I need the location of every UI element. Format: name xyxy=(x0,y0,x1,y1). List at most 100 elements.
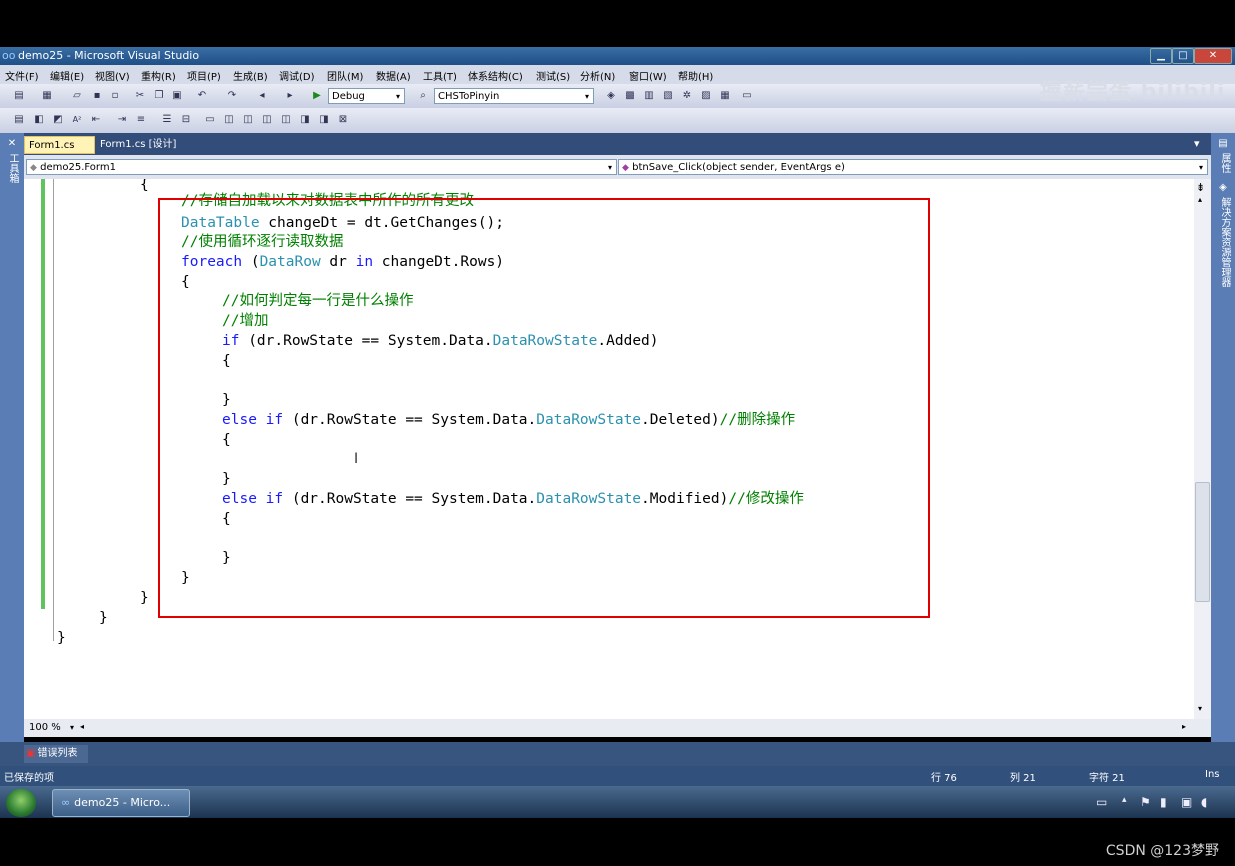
status-char: 字符 21 xyxy=(1089,773,1125,784)
find-in-files-icon[interactable]: ⌕ xyxy=(416,89,430,103)
navigate-forward-icon[interactable]: ▸ xyxy=(283,89,297,103)
properties-tab[interactable]: 属性 xyxy=(1217,153,1232,173)
minimize-button[interactable]: ▁ xyxy=(1150,48,1172,64)
volume-icon[interactable]: ◖ xyxy=(1201,795,1207,809)
start-page-icon[interactable]: ▨ xyxy=(699,89,713,103)
menu-view[interactable]: 视图(V) xyxy=(95,68,130,83)
menu-data[interactable]: 数据(A) xyxy=(376,68,411,83)
menu-analyze[interactable]: 分析(N) xyxy=(580,68,615,83)
menu-build[interactable]: 生成(B) xyxy=(233,68,268,83)
show-hidden-icons-icon[interactable]: ▴ xyxy=(1122,795,1127,805)
scroll-right-icon[interactable]: ▸ xyxy=(1182,722,1186,731)
menu-architecture[interactable]: 体系结构(C) xyxy=(468,68,523,83)
class-selector[interactable]: ◆ demo25.Form1 ▾ xyxy=(26,159,617,175)
menu-test[interactable]: 测试(S) xyxy=(536,68,570,83)
parameter-info-icon[interactable]: ◧ xyxy=(32,113,46,127)
clear-bookmarks-icon[interactable]: ⊠ xyxy=(336,113,350,127)
chevron-down-icon: ▾ xyxy=(1198,163,1203,172)
other-windows-icon[interactable]: ▭ xyxy=(740,89,754,103)
cut-icon[interactable]: ✂ xyxy=(133,89,147,103)
text-editor-toolbar: ▤ ◧ ◩ A² ⇤ ⇥ ≡ ☰ ⊟ ▭ ◫ ◫ ◫ ◫ ◨ ◨ ⊠ xyxy=(0,108,1235,133)
previous-bookmark-in-folder-icon[interactable]: ◫ xyxy=(260,113,274,127)
navigation-bar: ◆ demo25.Form1 ▾ ◆ btnSave_Click(object … xyxy=(24,155,1211,179)
save-icon[interactable]: ▪ xyxy=(90,89,104,103)
bilibili-watermark: 握薪尝蛋 bilibili xyxy=(1040,80,1226,105)
scroll-thumb[interactable] xyxy=(1195,482,1210,602)
toolbox-tab[interactable]: 工具箱 xyxy=(5,153,20,183)
complete-word-icon[interactable]: A² xyxy=(70,113,84,127)
previous-bookmark-icon[interactable]: ◫ xyxy=(222,113,236,127)
toolbox-icon[interactable]: ▧ xyxy=(661,89,675,103)
member-selector[interactable]: ◆ btnSave_Click(object sender, EventArgs… xyxy=(618,159,1208,175)
chevron-down-icon: ▾ xyxy=(607,163,612,172)
increase-indent-icon[interactable]: ⇥ xyxy=(115,113,129,127)
properties-icon[interactable]: ▩ xyxy=(623,89,637,103)
error-list-icon: ▣ xyxy=(26,748,36,759)
status-bar: 已保存的项 行 76 列 21 字符 21 Ins xyxy=(0,766,1235,786)
code-line: } xyxy=(140,590,149,606)
keyboard-icon[interactable]: ▭ xyxy=(1096,795,1107,809)
quick-info-icon[interactable]: ◩ xyxy=(51,113,65,127)
find-combo[interactable]: CHSToPinyin ▾ xyxy=(434,88,594,104)
vertical-scrollbar[interactable]: ⇟ ▴ ▾ xyxy=(1194,179,1211,719)
copy-icon[interactable]: ❐ xyxy=(152,89,166,103)
start-button[interactable] xyxy=(6,789,36,817)
display-object-member-list-icon[interactable]: ▤ xyxy=(12,113,26,127)
solution-explorer-panel-icon: ◈ xyxy=(1219,182,1227,193)
menu-project[interactable]: 项目(P) xyxy=(187,68,221,83)
taskbar-item-visual-studio[interactable]: ∞ demo25 - Micro... xyxy=(52,789,190,817)
error-list-tab[interactable]: ▣ 错误列表 xyxy=(24,745,88,763)
redo-icon[interactable]: ↷ xyxy=(225,89,239,103)
object-browser-icon[interactable]: ▥ xyxy=(642,89,656,103)
code-line: } xyxy=(99,610,108,626)
new-project-icon[interactable]: ▤ xyxy=(12,89,26,103)
scroll-down-icon[interactable]: ▾ xyxy=(1198,704,1202,713)
command-window-icon[interactable]: ▦ xyxy=(718,89,732,103)
next-bookmark-icon[interactable]: ◫ xyxy=(241,113,255,127)
power-icon[interactable]: ▮ xyxy=(1160,795,1167,809)
solution-explorer-tab[interactable]: 解决方案资源管理器 xyxy=(1217,197,1232,287)
extension-manager-icon[interactable]: ✲ xyxy=(680,89,694,103)
bookmark-icon[interactable]: ⊟ xyxy=(179,113,193,127)
title-bar: oo demo25 - Microsoft Visual Studio ▁ □ … xyxy=(0,47,1235,65)
menu-edit[interactable]: 编辑(E) xyxy=(50,68,84,83)
tab-form1-cs[interactable]: Form1.cs ✕ xyxy=(24,136,95,169)
toolbox-pin-icon: ✕ xyxy=(7,138,17,149)
menu-tools[interactable]: 工具(T) xyxy=(423,68,457,83)
scroll-up-icon[interactable]: ▴ xyxy=(1198,195,1202,204)
undo-icon[interactable]: ↶ xyxy=(195,89,209,103)
solution-configuration-select[interactable]: Debug ▾ xyxy=(328,88,405,104)
menu-file[interactable]: 文件(F) xyxy=(5,68,39,83)
code-editor[interactable]: { //存储自加载以来对数据表中所作的所有更改 DataTable change… xyxy=(24,179,1194,719)
menu-refactor[interactable]: 重构(R) xyxy=(141,68,176,83)
maximize-button[interactable]: □ xyxy=(1172,48,1194,64)
scroll-left-icon[interactable]: ◂ xyxy=(80,722,84,731)
next-bookmark-in-document-icon[interactable]: ◨ xyxy=(317,113,331,127)
menu-window[interactable]: 窗口(W) xyxy=(629,68,667,83)
tab-form1-designer[interactable]: Form1.cs [设计] xyxy=(96,136,206,154)
decrease-indent-icon[interactable]: ⇤ xyxy=(89,113,103,127)
comment-out-icon[interactable]: ≡ xyxy=(134,113,148,127)
navigate-backward-icon[interactable]: ◂ xyxy=(255,89,269,103)
menu-debug[interactable]: 调试(D) xyxy=(279,68,315,83)
status-line: 行 76 xyxy=(931,773,957,784)
action-center-icon[interactable]: ⚑ xyxy=(1140,795,1151,809)
paste-icon[interactable]: ▣ xyxy=(170,89,184,103)
next-bookmark-in-folder-icon[interactable]: ◫ xyxy=(279,113,293,127)
horizontal-scroll-bar: 100 % ▾ ◂ ▸ xyxy=(24,719,1211,737)
close-button[interactable]: ✕ xyxy=(1194,48,1232,64)
start-debugging-icon[interactable]: ▶ xyxy=(310,89,324,103)
toggle-bookmark-icon[interactable]: ▭ xyxy=(203,113,217,127)
save-all-icon[interactable]: ▫ xyxy=(108,89,122,103)
open-file-icon[interactable]: ▱ xyxy=(70,89,84,103)
previous-bookmark-in-document-icon[interactable]: ◨ xyxy=(298,113,312,127)
split-icon[interactable]: ⇟ xyxy=(1196,181,1205,194)
menu-help[interactable]: 帮助(H) xyxy=(678,68,713,83)
tab-dropdown-icon[interactable]: ▾ xyxy=(1194,137,1200,150)
solution-explorer-icon[interactable]: ◈ xyxy=(604,89,618,103)
zoom-select[interactable]: 100 % ▾ xyxy=(26,720,78,736)
uncomment-icon[interactable]: ☰ xyxy=(160,113,174,127)
network-icon[interactable]: ▣ xyxy=(1181,795,1192,809)
add-item-icon[interactable]: ▦ xyxy=(40,89,54,103)
menu-team[interactable]: 团队(M) xyxy=(327,68,363,83)
